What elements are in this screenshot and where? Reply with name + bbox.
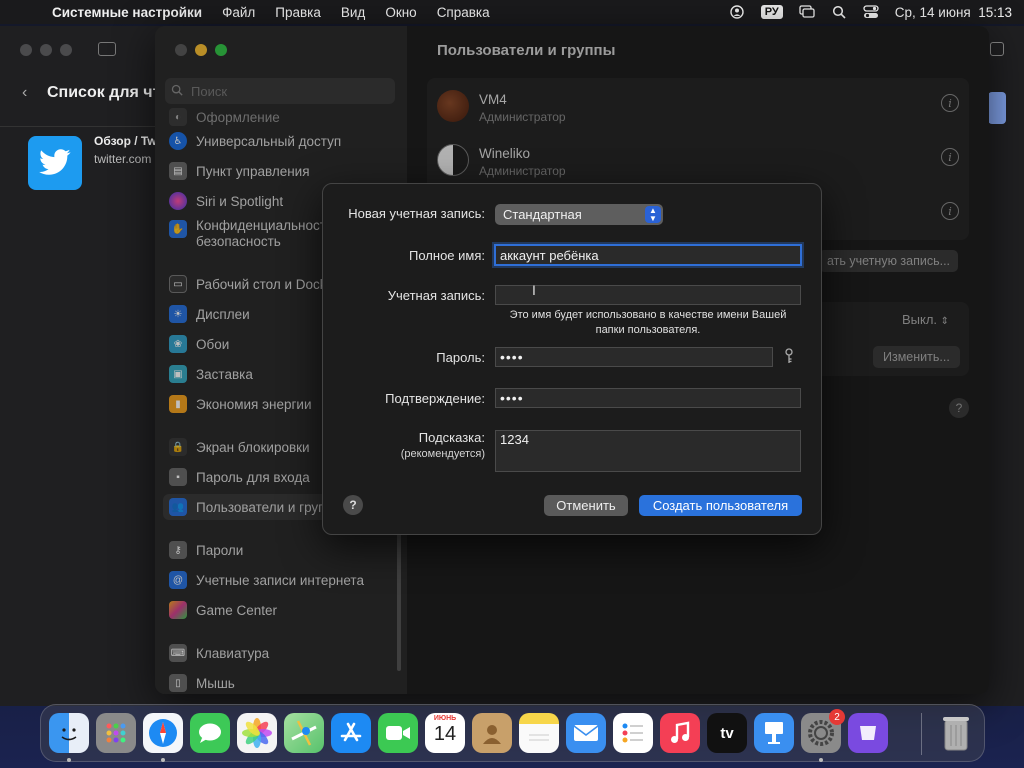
reading-item-title[interactable]: Обзор / Tw <box>94 134 157 148</box>
menu-view[interactable]: Вид <box>341 5 365 20</box>
facetime-icon[interactable] <box>378 713 418 753</box>
dock: ИЮНЬ 14 tv 2 <box>40 704 985 762</box>
notes-icon[interactable] <box>519 713 559 753</box>
running-indicator <box>67 758 71 762</box>
sidebar-toggle-icon[interactable] <box>98 42 116 56</box>
hint-recommended-label: (рекомендуется) <box>400 448 485 460</box>
contacts-icon[interactable] <box>472 713 512 753</box>
hint-label: Подсказка: <box>418 430 485 445</box>
background-blue-button[interactable] <box>988 92 1006 124</box>
dock-separator <box>921 713 922 755</box>
menu-window[interactable]: Окно <box>385 5 416 20</box>
new-account-sheet: Новая учетная запись: Стандартная ▲ ▼ Пол… <box>322 183 822 535</box>
reading-list-title: Список для чт <box>47 84 161 101</box>
minimize-button[interactable] <box>40 44 52 56</box>
hint-field[interactable]: 1234 <box>495 430 801 472</box>
messages-icon[interactable] <box>190 713 230 753</box>
trash-icon[interactable] <box>936 713 976 753</box>
control-center-icon[interactable] <box>863 5 879 19</box>
menu-clock[interactable]: Ср, 14 июня 15:13 <box>895 5 1012 20</box>
twitter-logo-icon[interactable] <box>28 136 82 190</box>
app-store-icon[interactable] <box>331 713 371 753</box>
calendar-day: 14 <box>433 723 457 745</box>
photos-icon[interactable] <box>237 713 277 753</box>
cancel-button[interactable]: Отменить <box>544 495 628 516</box>
account-name-label: Учетная запись: <box>387 288 485 303</box>
menu-app-name[interactable]: Системные настройки <box>52 5 202 20</box>
apple-tv-icon[interactable]: tv <box>707 713 747 753</box>
password-assistant-key-icon[interactable] <box>783 348 797 364</box>
spotlight-search-icon[interactable] <box>831 5 847 19</box>
full-name-label: Полное имя: <box>409 248 485 263</box>
apple-tv-label: tv <box>720 724 734 742</box>
help-button[interactable]: ? <box>343 495 363 515</box>
menu-help[interactable]: Справка <box>437 5 490 20</box>
new-account-label: Новая учетная запись: <box>348 206 485 221</box>
verify-label: Подтверждение: <box>385 391 485 406</box>
reading-item-url: twitter.com <box>94 152 152 166</box>
running-indicator <box>819 758 823 762</box>
text-cursor-ibeam-icon: I <box>532 282 536 298</box>
account-type-value: Стандартная <box>503 207 582 222</box>
account-name-note: Это имя будет использовано в качестве им… <box>509 309 787 336</box>
close-button[interactable] <box>20 44 32 56</box>
divider <box>0 126 160 127</box>
calendar-icon[interactable]: ИЮНЬ 14 <box>425 713 465 753</box>
full-name-field[interactable] <box>494 244 802 266</box>
menu-bar: Системные настройки Файл Правка Вид Окно… <box>0 0 1024 24</box>
input-source-badge[interactable]: РУ <box>760 5 783 19</box>
notification-badge: 2 <box>829 709 845 725</box>
password-label: Пароль: <box>436 350 485 365</box>
popup-arrows-icon: ▲ ▼ <box>645 206 661 223</box>
safari-icon[interactable] <box>143 713 183 753</box>
reminders-icon[interactable] <box>613 713 653 753</box>
account-type-popup[interactable]: Стандартная ▲ ▼ <box>495 204 663 225</box>
tabs-overview-icon[interactable] <box>990 42 1004 56</box>
menu-file[interactable]: Файл <box>222 5 255 20</box>
verify-field[interactable] <box>495 388 801 408</box>
back-chevron-icon[interactable]: ‹ <box>22 84 27 102</box>
finder-icon[interactable] <box>49 713 89 753</box>
background-traffic-lights <box>20 44 72 56</box>
maps-icon[interactable] <box>284 713 324 753</box>
screen-mirroring-icon[interactable] <box>799 5 815 19</box>
calendar-month: ИЮНЬ <box>433 715 457 722</box>
system-settings-icon[interactable]: 2 <box>801 709 845 753</box>
music-icon[interactable] <box>660 713 700 753</box>
create-user-button[interactable]: Создать пользователя <box>639 495 802 516</box>
menu-edit[interactable]: Правка <box>275 5 321 20</box>
podcasts-icon[interactable] <box>848 713 888 753</box>
password-field[interactable] <box>495 347 773 367</box>
running-indicator <box>161 758 165 762</box>
launchpad-icon[interactable] <box>96 713 136 753</box>
mail-icon[interactable] <box>566 713 606 753</box>
user-switch-icon[interactable] <box>729 5 745 19</box>
zoom-button[interactable] <box>60 44 72 56</box>
keynote-icon[interactable] <box>754 713 794 753</box>
